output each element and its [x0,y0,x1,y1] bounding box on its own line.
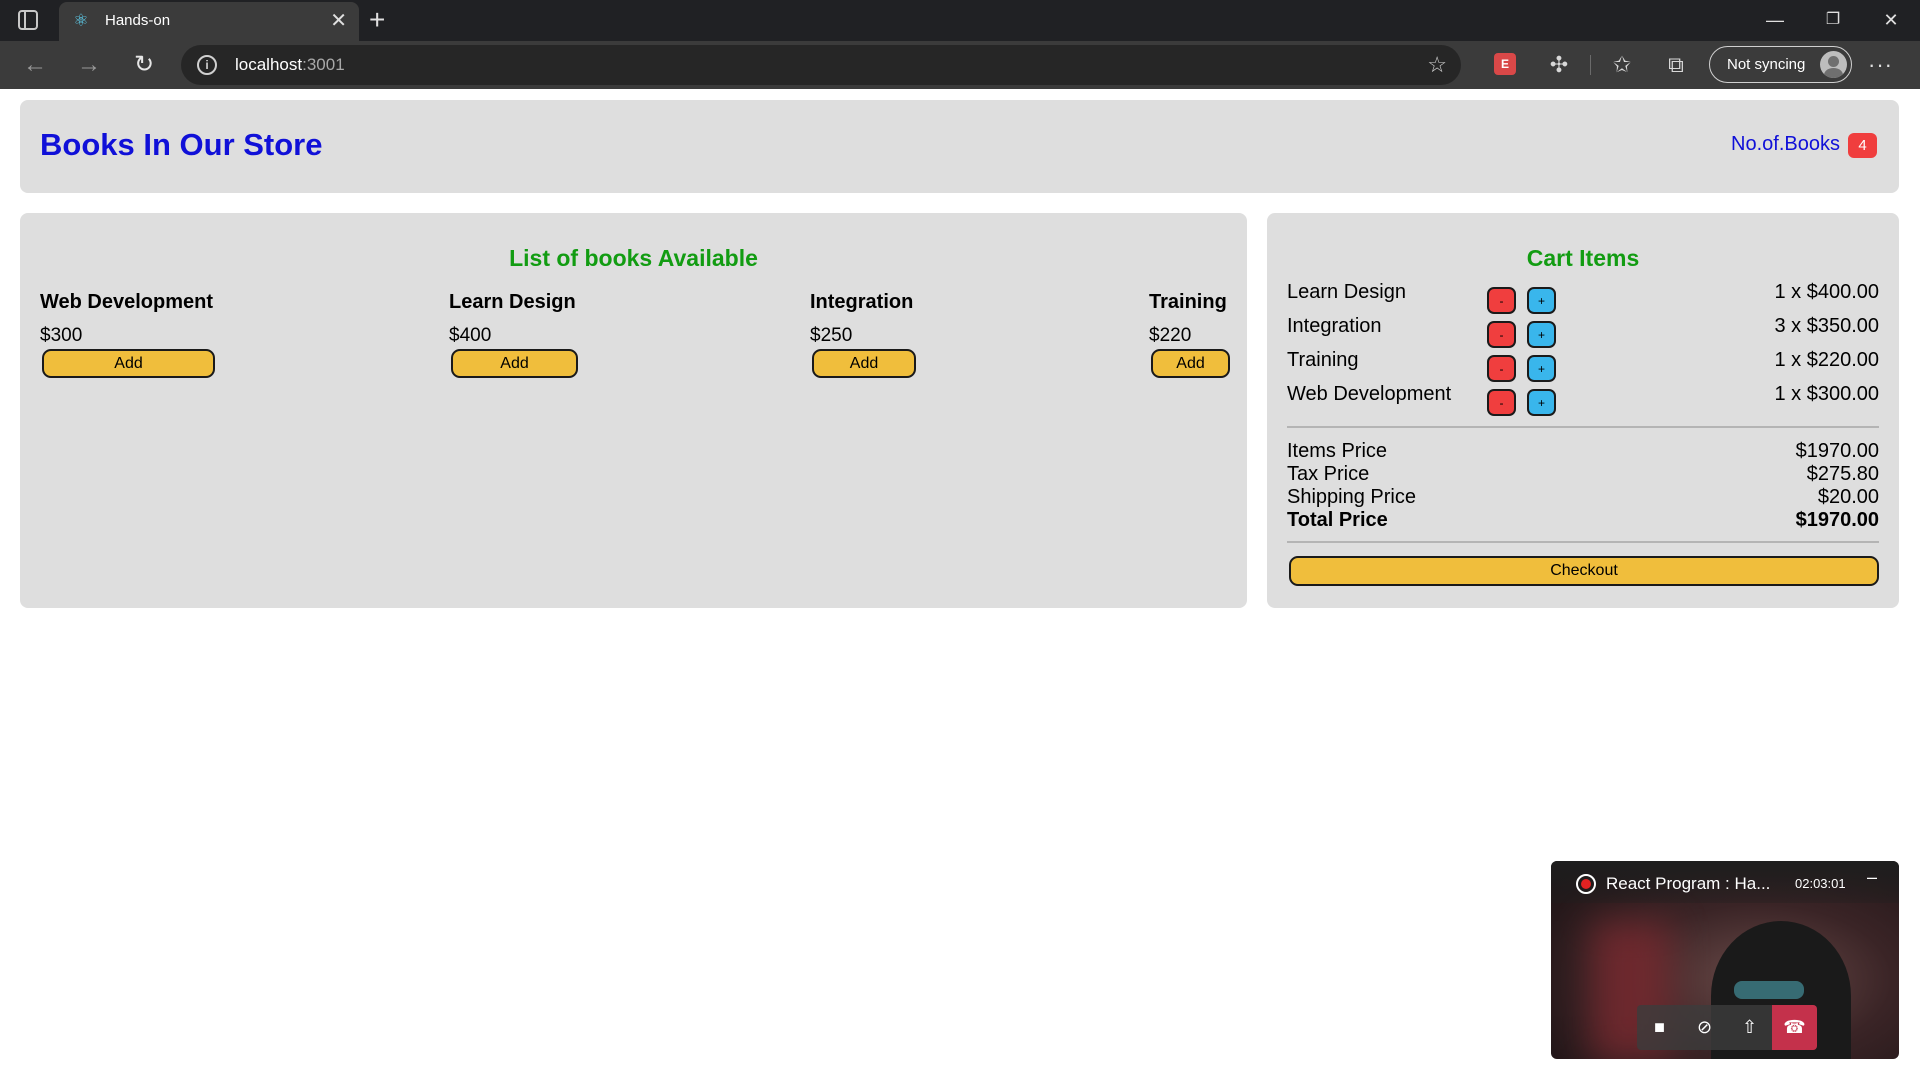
forward-arrow-icon[interactable]: → [73,49,105,81]
share-screen-icon[interactable]: ⇧ [1727,1005,1772,1050]
book-card: Learn Design $400 Add [449,291,578,378]
book-title: Integration [810,291,914,313]
cart-item-amount: 1 x $400.00 [1774,281,1879,303]
browser-toolbar: ← → ↻ i localhost:3001 ☆ E ✣ ✩ ⧉ Not syn… [0,41,1920,89]
cart-heading: Cart Items [1526,245,1640,271]
video-call-window[interactable]: React Program : Ha... 02:03:01 – ■ ⊘ ⇧ ☎ [1551,861,1899,1059]
book-price: $250 [810,325,853,346]
cart-item-row: Training - + 1 x $220.00 [1287,349,1879,383]
tab-title: Hands-on [105,12,171,29]
favorites-icon[interactable]: ✩ [1606,49,1638,81]
minimize-call-icon[interactable]: – [1867,867,1877,888]
collections-icon[interactable]: ⧉ [1660,49,1692,81]
book-card: Integration $250 Add [810,291,916,378]
total-price-row: Total Price $1970.00 [1287,509,1879,533]
camera-icon[interactable]: ■ [1637,1005,1682,1050]
info-icon[interactable]: i [197,55,217,75]
book-title: Learn Design [449,291,576,313]
tax-price-value: $275.80 [1806,463,1879,485]
book-price: $220 [1149,325,1192,346]
shipping-price-value: $20.00 [1817,486,1879,508]
cart-item-name: Web Development [1287,383,1452,405]
tab-actions-icon[interactable] [18,10,38,30]
page-title: Books In Our Store [40,127,323,162]
increase-quantity-button[interactable]: + [1527,389,1556,416]
shipping-price-row: Shipping Price $20.00 [1287,486,1879,510]
store-header: Books In Our Store No.of.Books 4 [20,100,1899,193]
decrease-quantity-button[interactable]: - [1487,287,1516,314]
total-price-label: Total Price [1287,509,1388,531]
cart-item-name: Training [1287,349,1359,371]
checkout-button[interactable]: Checkout [1289,556,1879,586]
add-to-cart-button[interactable]: Add [42,349,215,378]
avatar-icon [1820,51,1847,78]
react-icon: ⚛ [73,11,89,30]
refresh-icon[interactable]: ↻ [128,49,160,81]
hangup-icon[interactable]: ☎ [1772,1005,1817,1050]
close-window-icon[interactable]: ✕ [1876,6,1906,34]
books-count-label: No.of.Books [1731,133,1840,155]
items-price-row: Items Price $1970.00 [1287,440,1879,464]
decrease-quantity-button[interactable]: - [1487,355,1516,382]
cart-item-amount: 1 x $300.00 [1774,383,1879,405]
book-price: $400 [449,325,492,346]
books-heading: List of books Available [509,245,758,271]
call-title-bar: React Program : Ha... 02:03:01 – [1551,861,1899,903]
shipping-price-label: Shipping Price [1287,486,1416,508]
mic-off-icon[interactable]: ⊘ [1682,1005,1727,1050]
back-arrow-icon[interactable]: ← [19,49,51,81]
cart-item-name: Learn Design [1287,281,1406,303]
restore-window-icon[interactable]: ❐ [1818,6,1848,34]
address-bar[interactable]: i localhost:3001 ☆ [181,45,1461,85]
tax-price-label: Tax Price [1287,463,1370,485]
new-tab-button[interactable]: + [369,4,385,36]
cart-divider [1287,426,1879,428]
cart-divider [1287,541,1879,543]
call-timer: 02:03:01 [1795,876,1846,891]
book-title: Training [1149,291,1227,313]
tab-close-icon[interactable]: ✕ [330,9,347,33]
call-controls: ■ ⊘ ⇧ ☎ [1637,1005,1817,1050]
more-menu-icon[interactable]: ··· [1868,49,1893,81]
cart-item-amount: 3 x $350.00 [1774,315,1879,337]
profile-sync-button[interactable]: Not syncing [1709,46,1852,83]
book-title: Web Development [40,291,213,313]
extension-red-icon[interactable]: E [1494,53,1516,75]
tax-price-row: Tax Price $275.80 [1287,463,1879,487]
cart-item-amount: 1 x $220.00 [1774,349,1879,371]
increase-quantity-button[interactable]: + [1527,287,1556,314]
decrease-quantity-button[interactable]: - [1487,321,1516,348]
star-plus-icon[interactable]: ☆ [1427,51,1447,79]
cart-panel: Cart Items Learn Design - + 1 x $400.00 … [1267,213,1899,608]
books-list-panel: List of books Available Web Development … [20,213,1247,608]
add-to-cart-button[interactable]: Add [451,349,578,378]
minimize-window-icon[interactable]: — [1760,6,1790,34]
increase-quantity-button[interactable]: + [1527,355,1556,382]
cart-item-row: Integration - + 3 x $350.00 [1287,315,1879,349]
books-count-badge: 4 [1848,133,1877,158]
toolbar-divider [1590,55,1591,75]
puzzle-icon[interactable]: ✣ [1543,49,1575,81]
items-price-label: Items Price [1287,440,1388,462]
browser-tabstrip: ⚛ Hands-on ✕ + — ❐ ✕ [0,0,1920,41]
total-price-value: $1970.00 [1795,509,1879,531]
url-text[interactable]: localhost:3001 [235,55,345,75]
add-to-cart-button[interactable]: Add [1151,349,1230,378]
cart-item-row: Learn Design - + 1 x $400.00 [1287,281,1879,315]
sync-label: Not syncing [1727,56,1806,73]
call-participant-glasses [1734,981,1804,999]
call-title: React Program : Ha... [1606,874,1771,893]
cart-item-row: Web Development - + 1 x $300.00 [1287,383,1879,417]
increase-quantity-button[interactable]: + [1527,321,1556,348]
book-price: $300 [40,325,83,346]
browser-tab-hands-on[interactable]: ⚛ Hands-on ✕ [59,2,359,41]
book-card: Web Development $300 Add [40,291,215,378]
record-icon [1576,874,1596,894]
items-price-value: $1970.00 [1795,440,1879,462]
book-card: Training $220 Add [1149,291,1230,378]
add-to-cart-button[interactable]: Add [812,349,916,378]
cart-item-name: Integration [1287,315,1382,337]
decrease-quantity-button[interactable]: - [1487,389,1516,416]
